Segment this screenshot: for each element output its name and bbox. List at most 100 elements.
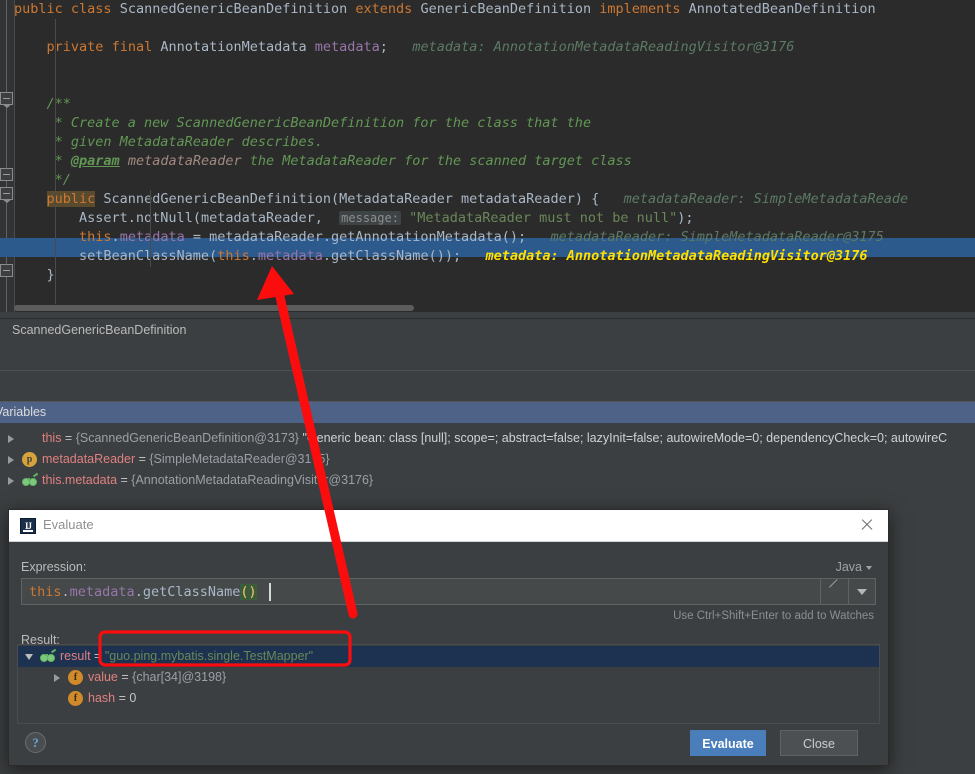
code-token: ScannedGenericBeanDefinition [95, 191, 331, 207]
result-row[interactable]: f hash = 0 [18, 688, 879, 709]
code-token: Assert. [14, 210, 136, 226]
expression-token: this [29, 584, 62, 600]
code-token: . [249, 248, 258, 264]
evaluate-button[interactable]: Evaluate [690, 730, 766, 756]
expand-triangle-icon[interactable] [8, 477, 14, 485]
code-token: setBeanClassName [14, 248, 210, 264]
expand-triangle-icon[interactable] [25, 654, 33, 660]
debugger-toolbar-strip-upper [0, 343, 975, 371]
breadcrumb-class-label[interactable]: ScannedGenericBeanDefinition [12, 323, 186, 337]
code-token: ()); [428, 248, 462, 264]
language-selector-label: Java [835, 560, 862, 574]
code-line: Assert.notNull(metadataReader, message: … [14, 209, 975, 228]
evaluate-dialog[interactable]: IJ Evaluate Expression: Java this.metada… [8, 509, 889, 766]
code-token: ) { [574, 191, 600, 207]
code-editor[interactable]: public class ScannedGenericBeanDefinitio… [0, 0, 975, 312]
code-token: * [14, 153, 71, 169]
code-token: } [14, 267, 55, 283]
expand-triangle-icon[interactable] [54, 674, 60, 682]
expression-token: metadata [69, 584, 135, 600]
code-token: class [70, 1, 112, 17]
code-token: this [217, 248, 250, 264]
expression-token: . [61, 584, 70, 600]
debugger-toolbar-strip-lower [0, 371, 975, 402]
code-token: MetadataReader metadataReader [339, 191, 575, 207]
code-line: * given MetadataReader describes. [14, 133, 975, 152]
expression-token: .getClassName [134, 584, 241, 600]
code-token: public [46, 191, 96, 207]
code-token: * Create a new ScannedGenericBeanDefinit… [14, 115, 592, 131]
code-token: metadataReader: SimpleMetadataReade [599, 191, 909, 207]
code-token: .getClassName [322, 248, 429, 264]
variables-panel-body[interactable]: this = {ScannedGenericBeanDefinition@317… [0, 423, 975, 505]
field-icon: f [68, 691, 83, 706]
code-line: public ScannedGenericBeanDefinition(Meta… [14, 190, 975, 209]
expand-arrow-icon[interactable] [820, 579, 847, 604]
intellij-idea-icon: IJ [20, 518, 36, 534]
help-glyph: ? [32, 735, 39, 750]
parameter-icon: p [22, 452, 37, 467]
language-selector[interactable]: Java [836, 560, 872, 574]
result-name: hash = 0 [88, 691, 137, 705]
code-token: /** [14, 96, 71, 112]
result-row[interactable]: f value = {char[34]@3198} [18, 667, 879, 688]
editor-horizontal-scrollbar[interactable] [14, 305, 414, 311]
code-token: ScannedGenericBeanDefinition [111, 1, 356, 17]
variables-panel-header[interactable]: Variables [0, 402, 975, 423]
code-token: */ [14, 172, 71, 188]
fold-marker-javadoc-end[interactable] [0, 168, 13, 181]
variable-row[interactable]: p metadataReader = {SimpleMetadataReader@… [0, 449, 975, 470]
expression-history-chevron-down-icon[interactable] [848, 579, 875, 604]
expand-triangle-icon[interactable] [8, 435, 14, 443]
evaluate-dialog-footer: ? Evaluate Close [9, 725, 888, 765]
code-line: private final AnnotationMetadata metadat… [14, 38, 975, 57]
code-token: metadata: AnnotationMetadataReadingVisit… [387, 39, 795, 55]
close-button[interactable]: Close [780, 730, 858, 756]
result-name: result = "guo.ping.mybatis.single.TestMa… [60, 649, 314, 663]
code-token: metadataReader: SimpleMetadataReader@317… [526, 229, 884, 245]
expand-triangle-icon[interactable] [8, 456, 14, 464]
code-line: this.metadata = metadataReader.getAnnota… [14, 228, 975, 247]
code-token: @param [70, 153, 120, 169]
code-token: GenericBeanDefinition [412, 1, 600, 17]
code-token: (metadataReader, [192, 210, 340, 226]
code-token: this [79, 229, 112, 245]
variable-name: this.metadata = {AnnotationMetadataReadi… [42, 473, 374, 487]
expression-input[interactable]: this.metadata.getClassName() [21, 578, 876, 605]
result-tree[interactable]: result = "guo.ping.mybatis.single.TestMa… [17, 644, 880, 724]
evaluate-dialog-title: Evaluate [43, 517, 94, 532]
code-token: . [111, 229, 120, 245]
variable-row[interactable]: this.metadata = {AnnotationMetadataReadi… [0, 470, 975, 491]
result-name: value = {char[34]@3198} [88, 670, 227, 684]
code-line: } [14, 266, 975, 285]
code-token: metadata [257, 248, 323, 264]
code-token: AnnotatedBeanDefinition [680, 1, 884, 17]
fold-marker-method-end[interactable] [0, 264, 13, 277]
code-line: */ [14, 171, 975, 190]
code-token: notNull [135, 210, 193, 226]
fold-marker-method[interactable] [0, 187, 13, 203]
expression-token: ( [240, 584, 249, 600]
help-icon[interactable]: ? [25, 732, 46, 753]
result-row[interactable]: result = "guo.ping.mybatis.single.TestMa… [18, 646, 879, 667]
code-token: message: [339, 211, 401, 225]
expression-token: ) [248, 584, 257, 600]
field-icon: f [68, 670, 83, 685]
fold-marker-javadoc[interactable] [0, 92, 13, 108]
expression-label: Expression: [21, 560, 87, 574]
code-token: final [111, 39, 153, 55]
close-icon[interactable] [858, 516, 876, 534]
editor-gutter[interactable] [0, 0, 15, 312]
variables-panel-title: Variables [0, 405, 47, 419]
code-token: metadata: AnnotationMetadataReadingVisit… [461, 248, 868, 264]
code-line: public class ScannedGenericBeanDefinitio… [14, 0, 975, 19]
variable-row[interactable]: this = {ScannedGenericBeanDefinition@317… [0, 428, 975, 449]
breadcrumb[interactable]: ScannedGenericBeanDefinition [0, 318, 975, 345]
code-token: the MetadataReader for the scanned targe… [241, 153, 632, 169]
code-token: metadata [314, 39, 380, 55]
code-token: implements [599, 1, 681, 17]
code-line: /** [14, 95, 975, 114]
